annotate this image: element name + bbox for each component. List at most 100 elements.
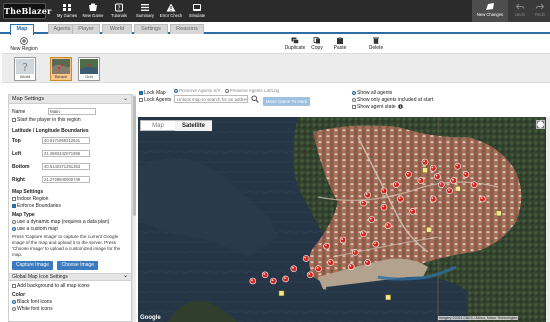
new-changes-button[interactable]: New Changes bbox=[472, 0, 508, 22]
agent-marker[interactable] bbox=[384, 222, 392, 229]
move-game-button[interactable]: Move Game To Here bbox=[263, 97, 310, 106]
simulate-button[interactable]: Simulate bbox=[184, 2, 210, 21]
left-longitude-input[interactable] bbox=[42, 150, 90, 157]
agent-marker[interactable] bbox=[380, 203, 388, 211]
agent-marker[interactable] bbox=[380, 187, 388, 195]
agent-marker[interactable] bbox=[429, 195, 437, 203]
agent-marker[interactable] bbox=[429, 164, 437, 172]
agent-marker[interactable] bbox=[392, 181, 400, 188]
agent-marker[interactable] bbox=[327, 259, 334, 266]
black-icons-option[interactable]: Black font icons bbox=[12, 299, 128, 306]
show-agent-state-option[interactable]: Show agent state bbox=[352, 104, 403, 110]
summary-button[interactable]: Summary bbox=[132, 2, 158, 21]
tutorials-button[interactable]: ? Tutorials bbox=[106, 2, 132, 21]
agent-marker[interactable] bbox=[479, 195, 486, 203]
lock-agents-checkbox[interactable] bbox=[139, 97, 143, 102]
map-type-dynamic-option[interactable]: use a dynamic map (requires a data plan) bbox=[12, 219, 128, 226]
waypoint-marker[interactable] bbox=[455, 186, 461, 192]
agent-marker[interactable] bbox=[315, 265, 322, 272]
new-game-button[interactable]: New Game bbox=[80, 2, 106, 21]
enforce-boundaries-option[interactable]: Enforce Boundaries bbox=[12, 203, 128, 210]
map-type-satellite-button[interactable]: Satellite bbox=[175, 121, 212, 131]
map-type-map-button[interactable]: Map bbox=[141, 121, 175, 131]
agent-marker[interactable] bbox=[352, 249, 359, 256]
capture-image-button[interactable]: Capture Image bbox=[12, 261, 54, 270]
agent-marker[interactable] bbox=[323, 242, 330, 250]
agent-marker[interactable] bbox=[339, 236, 347, 244]
agent-marker[interactable] bbox=[470, 181, 478, 188]
map-type-custom-option[interactable]: use a custom map bbox=[12, 226, 128, 233]
fullscreen-button[interactable] bbox=[536, 120, 545, 129]
enforce-boundaries-checkbox[interactable] bbox=[12, 203, 16, 208]
agent-marker[interactable] bbox=[417, 177, 425, 184]
agent-marker[interactable] bbox=[249, 277, 257, 285]
region-name-input[interactable] bbox=[48, 108, 96, 115]
tab-world[interactable]: World bbox=[102, 24, 132, 34]
new-region-button[interactable]: New Region bbox=[4, 37, 44, 52]
agent-marker[interactable] bbox=[360, 199, 367, 207]
map-settings-header[interactable]: Map Settings ⌄ bbox=[9, 95, 131, 104]
add-background-option[interactable]: Add background to all map icons bbox=[12, 283, 128, 290]
info-icon[interactable] bbox=[398, 104, 403, 109]
search-icon[interactable] bbox=[251, 95, 259, 103]
lock-map-option[interactable]: Lock Map bbox=[139, 90, 166, 96]
add-background-checkbox[interactable] bbox=[12, 283, 16, 288]
lock-agents-option[interactable]: Lock Agents bbox=[139, 97, 171, 103]
agent-marker[interactable] bbox=[364, 259, 371, 266]
map-type-custom-radio[interactable] bbox=[12, 226, 16, 231]
show-all-agents-option[interactable]: Show all agents bbox=[352, 90, 392, 96]
agent-marker[interactable] bbox=[306, 271, 314, 279]
map-view[interactable]: Map Satellite Google Imagery ©2021 CNES … bbox=[138, 117, 548, 322]
show-agent-state-checkbox[interactable] bbox=[352, 104, 356, 109]
tab-reasons[interactable]: Reasons bbox=[170, 24, 204, 34]
agent-marker[interactable] bbox=[405, 171, 412, 178]
global-icon-settings-header[interactable]: Global Map Icon Settings ⌄ bbox=[9, 273, 131, 281]
my-games-button[interactable]: My Games bbox=[54, 2, 80, 21]
region-thumb-bleach[interactable]: Bleach bbox=[50, 57, 72, 81]
error-check-button[interactable]: Error Check bbox=[158, 2, 184, 21]
start-player-checkbox[interactable] bbox=[12, 117, 16, 122]
agent-marker[interactable] bbox=[347, 263, 355, 270]
map-type-dynamic-radio[interactable] bbox=[12, 219, 16, 224]
waypoint-marker[interactable] bbox=[385, 294, 391, 301]
right-longitude-input[interactable] bbox=[42, 176, 90, 183]
copy-button[interactable]: Copy bbox=[306, 37, 328, 51]
agent-marker[interactable] bbox=[270, 277, 277, 285]
lock-map-checkbox[interactable] bbox=[139, 90, 143, 95]
agent-marker[interactable] bbox=[372, 240, 380, 248]
agent-marker[interactable] bbox=[462, 171, 470, 178]
redo-button[interactable]: Redo bbox=[530, 0, 550, 22]
scrollbar-thumb[interactable] bbox=[133, 96, 136, 216]
agent-marker[interactable] bbox=[261, 271, 269, 279]
waypoint-marker[interactable] bbox=[426, 227, 432, 233]
duplicate-button[interactable]: Duplicate bbox=[284, 37, 306, 51]
bottom-latitude-input[interactable] bbox=[42, 163, 90, 170]
agent-marker[interactable] bbox=[397, 195, 404, 203]
agent-marker[interactable] bbox=[446, 187, 453, 195]
agent-marker[interactable] bbox=[450, 177, 458, 184]
app-logo[interactable]: TheBlazer bbox=[3, 3, 51, 19]
agent-marker[interactable] bbox=[364, 191, 371, 199]
start-player-option[interactable]: Start the player in this region bbox=[12, 117, 128, 124]
left-panel-scrollbar[interactable] bbox=[132, 94, 136, 322]
delete-button[interactable]: Delete bbox=[365, 37, 387, 51]
address-search-input[interactable] bbox=[174, 95, 248, 103]
choose-image-button[interactable]: Choose Image bbox=[57, 261, 98, 270]
tab-settings[interactable]: Settings bbox=[134, 24, 168, 34]
white-icons-radio[interactable] bbox=[12, 306, 16, 311]
tab-player[interactable]: Player bbox=[72, 24, 100, 34]
agent-marker[interactable] bbox=[421, 158, 429, 166]
preserve-latlng-radio[interactable] bbox=[224, 88, 229, 93]
agent-marker[interactable] bbox=[302, 255, 310, 262]
region-thumb-grid[interactable]: Grid bbox=[78, 57, 100, 81]
agent-marker[interactable] bbox=[368, 216, 375, 223]
agent-marker[interactable] bbox=[438, 181, 445, 188]
waypoint-marker[interactable] bbox=[278, 290, 285, 297]
undo-button[interactable]: Undo bbox=[510, 0, 530, 22]
agent-marker[interactable] bbox=[454, 162, 462, 170]
indoor-region-checkbox[interactable] bbox=[12, 196, 16, 201]
waypoint-marker[interactable] bbox=[496, 210, 502, 217]
top-latitude-input[interactable] bbox=[42, 137, 90, 144]
paste-button[interactable]: Paste bbox=[329, 37, 351, 51]
show-only-agents-radio[interactable] bbox=[352, 97, 356, 102]
